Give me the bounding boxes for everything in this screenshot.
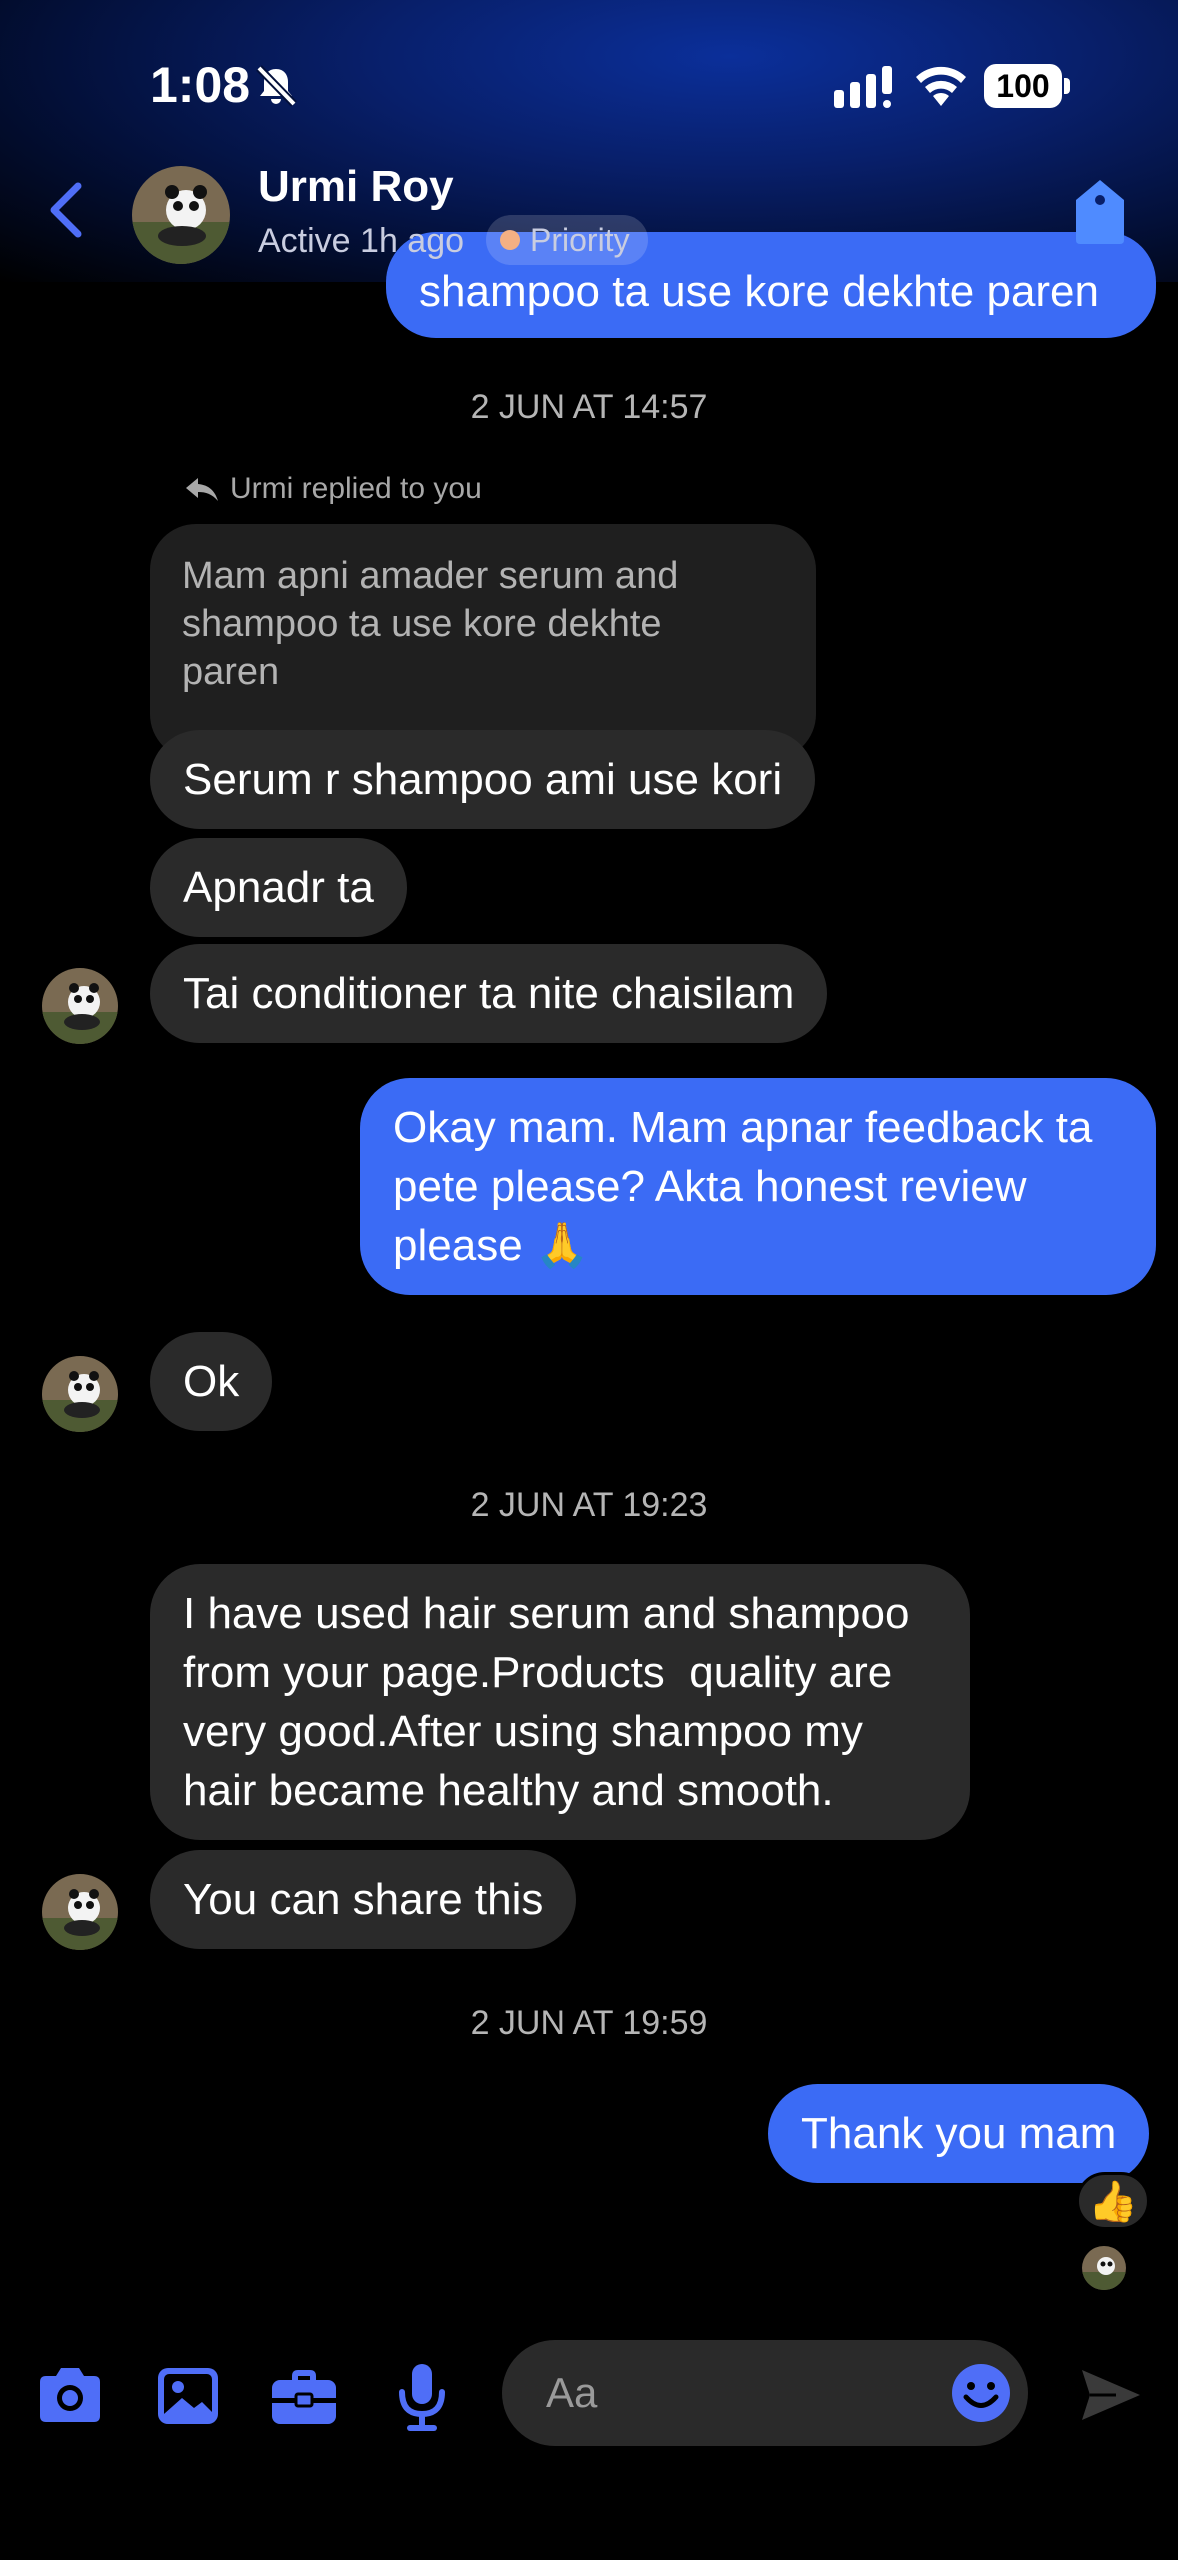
message-outgoing[interactable]: Okay mam. Mam apnar feedback ta pete ple…	[360, 1078, 1156, 1295]
active-status: Active 1h ago	[258, 222, 465, 260]
priority-dot-icon	[500, 230, 520, 250]
send-icon[interactable]	[1076, 2360, 1146, 2430]
wifi-icon	[916, 66, 966, 106]
timestamp: 2 JUN AT 19:59	[470, 2004, 708, 2042]
message-incoming[interactable]: You can share this	[150, 1850, 577, 1949]
reply-arrow-icon	[186, 478, 218, 501]
contact-avatar[interactable]	[42, 968, 118, 1044]
cellular-signal-icon	[834, 66, 892, 108]
reaction-badge[interactable]: 👍	[1076, 2172, 1150, 2230]
message-outgoing[interactable]: Thank you mam	[768, 2084, 1150, 2183]
message-incoming[interactable]: Serum r shampoo ami use kori	[150, 730, 816, 829]
tag-icon[interactable]	[1074, 178, 1126, 246]
camera-icon[interactable]	[32, 2358, 108, 2434]
battery-indicator: 100	[984, 64, 1070, 108]
message-incoming[interactable]: Ok	[150, 1332, 273, 1431]
back-chevron-icon[interactable]	[44, 180, 88, 240]
read-receipt-avatar	[1082, 2246, 1126, 2290]
microphone-icon[interactable]	[384, 2358, 460, 2434]
message-input[interactable]	[546, 2366, 906, 2420]
contact-avatar[interactable]	[42, 1874, 118, 1950]
timestamp: 2 JUN AT 19:23	[470, 1486, 708, 1524]
status-time: 1:08	[150, 57, 251, 113]
priority-label: Priority	[530, 221, 630, 258]
message-incoming[interactable]: I have used hair serum and shampoo from …	[150, 1564, 970, 1840]
message-incoming[interactable]: Apnadr ta	[150, 838, 407, 937]
bell-muted-icon	[256, 65, 297, 107]
emoji-icon[interactable]	[950, 2362, 1012, 2424]
timestamp: 2 JUN AT 14:57	[470, 388, 708, 426]
thumbs-up-reaction: 👍	[1088, 2179, 1138, 2224]
message-incoming[interactable]: Tai conditioner ta nite chaisilam	[150, 944, 828, 1043]
reply-note: Urmi replied to you	[184, 472, 482, 506]
contact-avatar-header[interactable]	[132, 166, 230, 264]
reply-note-label: Urmi replied to you	[230, 472, 482, 505]
contact-avatar[interactable]	[42, 1356, 118, 1432]
battery-nub	[1064, 78, 1070, 94]
contact-name[interactable]: Urmi Roy	[258, 162, 454, 212]
quoted-message[interactable]: Mam apni amader serum and shampoo ta use…	[150, 524, 816, 760]
message-composer[interactable]	[502, 2340, 1028, 2446]
priority-badge[interactable]: Priority	[486, 215, 648, 265]
gallery-icon[interactable]	[150, 2358, 226, 2434]
battery-level: 100	[984, 64, 1062, 108]
briefcase-icon[interactable]	[266, 2358, 342, 2434]
